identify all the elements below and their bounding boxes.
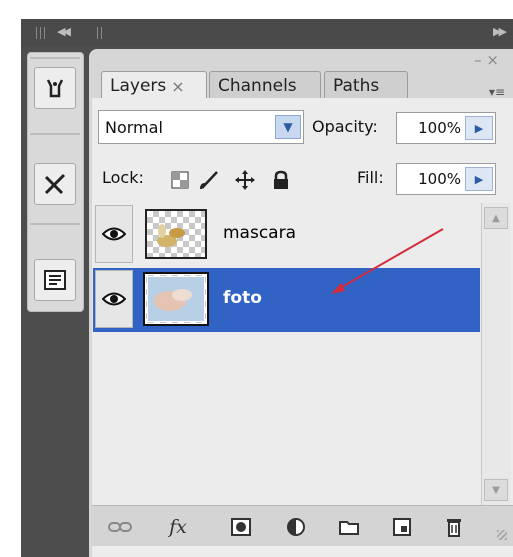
mask-icon[interactable] [229, 516, 253, 538]
new-layer-icon[interactable] [390, 516, 414, 538]
layer-name: mascara [223, 223, 297, 243]
layer-name: foto [223, 288, 262, 308]
scroll-down-icon[interactable]: ▼ [484, 479, 508, 501]
panel-close-icon[interactable]: – × [474, 51, 499, 69]
lock-move-icon[interactable] [235, 170, 255, 190]
grip-line [97, 27, 98, 39]
expand-right-icon[interactable]: ▶▶ [493, 25, 507, 38]
blend-mode-select[interactable]: Normal ▼ [98, 110, 304, 144]
scroll-up-icon[interactable]: ▲ [484, 207, 508, 229]
opacity-value: 100% [418, 119, 461, 137]
lock-all-icon[interactable] [271, 170, 291, 190]
layer-thumbnail [143, 272, 209, 326]
eye-icon[interactable] [95, 270, 133, 328]
trash-icon[interactable] [442, 516, 466, 538]
opacity-arrow-icon[interactable]: ▶ [465, 116, 493, 140]
layer-thumbnail [145, 209, 207, 259]
opacity-label: Opacity: [312, 117, 378, 136]
icon-dock [27, 52, 84, 312]
tab-paths[interactable]: Paths [324, 71, 408, 99]
fill-arrow-icon[interactable]: ▶ [465, 167, 493, 191]
link-icon[interactable] [108, 516, 132, 538]
panel-menu-icon[interactable]: ▾≡ [489, 85, 505, 99]
lock-paint-icon[interactable] [199, 170, 219, 190]
fill-value: 100% [418, 170, 461, 188]
dock-separator [30, 57, 80, 59]
layer-list: mascara foto [93, 203, 480, 505]
annotation-arrow [331, 228, 444, 294]
tab-channels[interactable]: Channels [209, 71, 321, 99]
grip-line [101, 27, 102, 39]
layers-toolbar: fx [92, 505, 513, 546]
blend-mode-value: Normal [105, 117, 163, 137]
tab-label: Layers [110, 76, 167, 96]
fill-field[interactable]: 100% ▶ [396, 163, 496, 195]
grip-line [36, 27, 37, 39]
tools-icon[interactable] [34, 67, 76, 109]
opacity-field[interactable]: 100% ▶ [396, 112, 496, 144]
info-icon[interactable] [34, 259, 76, 301]
close-icon[interactable]: × [171, 77, 184, 96]
eye-icon[interactable] [95, 205, 133, 263]
scrollbar[interactable]: ▲ ▼ [481, 203, 511, 505]
brush-presets-icon[interactable] [34, 163, 76, 205]
tab-label: Channels [218, 75, 297, 96]
adjustment-icon[interactable] [284, 516, 308, 538]
folder-icon[interactable] [337, 516, 361, 538]
tab-label: Paths [333, 75, 380, 96]
collapse-left-icon[interactable]: ◀◀ [57, 25, 71, 38]
resize-grip[interactable] [497, 530, 507, 540]
grip-line [44, 27, 45, 39]
title-bar[interactable]: ◀◀ ▶▶ [21, 19, 513, 46]
dock-separator [30, 133, 80, 135]
fx-icon[interactable]: fx [166, 516, 190, 538]
chevron-down-icon[interactable]: ▼ [275, 115, 301, 139]
dock-separator [30, 223, 80, 225]
grip-line [40, 27, 41, 39]
tab-layers[interactable]: Layers × [101, 71, 207, 100]
fill-label: Fill: [357, 168, 384, 187]
lock-label: Lock: [102, 168, 144, 187]
lock-transparency-icon[interactable] [170, 170, 190, 190]
